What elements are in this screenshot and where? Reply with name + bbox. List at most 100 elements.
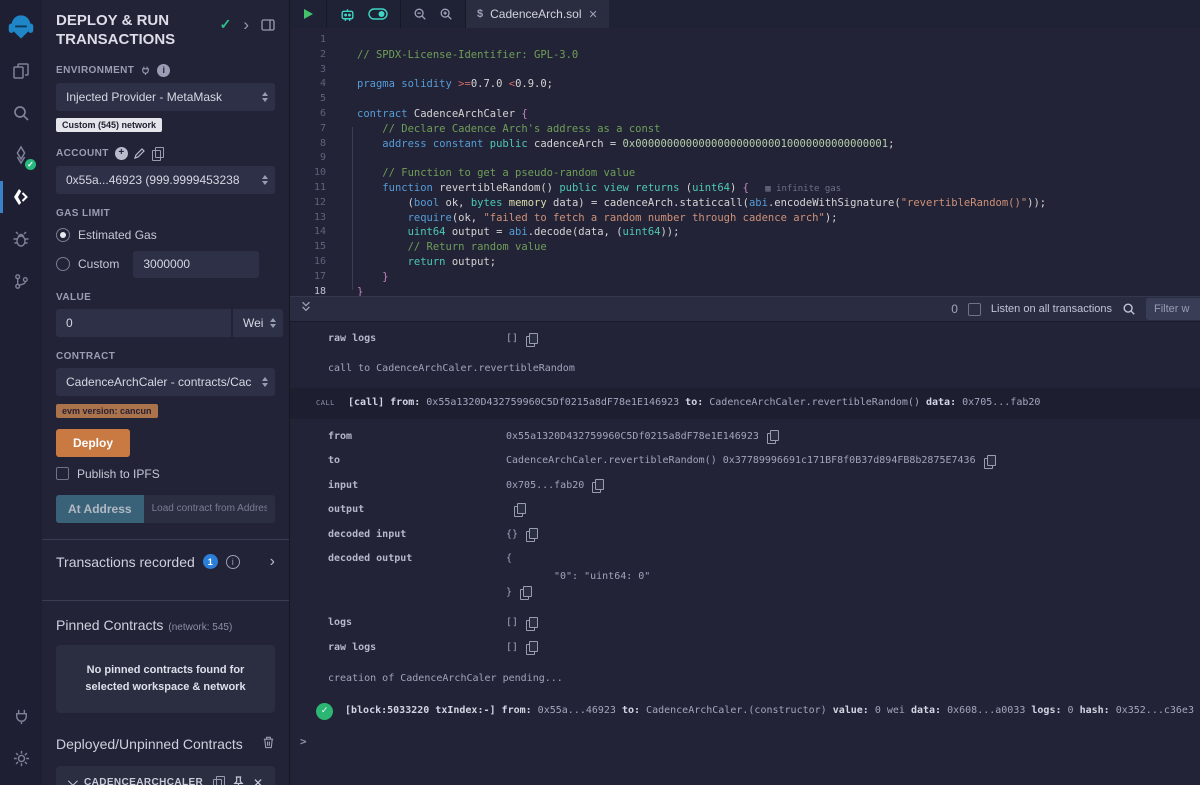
listen-all-checkbox[interactable] bbox=[968, 303, 981, 316]
pinned-empty-message: No pinned contracts found for selected w… bbox=[56, 645, 275, 713]
copy-icon[interactable] bbox=[526, 617, 537, 630]
account-select[interactable]: 0x55a...46923 (999.9999453238 bbox=[56, 166, 275, 194]
at-address-button[interactable]: At Address bbox=[56, 495, 144, 523]
publish-ipfs-checkbox[interactable] bbox=[56, 467, 69, 480]
code-line: 9 bbox=[290, 151, 1200, 166]
settings-gear-icon[interactable] bbox=[0, 737, 42, 779]
edit-account-icon[interactable] bbox=[134, 147, 146, 159]
zoom-in-icon[interactable] bbox=[439, 7, 453, 21]
transactions-recorded-row[interactable]: Transactions recorded 1 i › bbox=[56, 540, 275, 584]
terminal: 0 Listen on all transactions raw logs[]c… bbox=[290, 296, 1200, 785]
estimated-gas-radio[interactable] bbox=[56, 228, 70, 242]
copy-address-icon[interactable] bbox=[213, 776, 224, 785]
copilot-toggle-icon[interactable] bbox=[368, 8, 388, 20]
copy-icon[interactable] bbox=[520, 586, 531, 599]
close-tab-icon[interactable]: ✕ bbox=[589, 8, 598, 21]
success-check-icon: ✓ bbox=[316, 703, 333, 720]
copy-icon[interactable] bbox=[526, 528, 537, 541]
remix-logo-icon[interactable] bbox=[0, 4, 42, 50]
copy-icon[interactable] bbox=[984, 455, 995, 468]
icon-rail: ✓ bbox=[0, 0, 42, 785]
transactions-count-badge: 1 bbox=[203, 554, 218, 569]
terminal-detail-row: logs[] bbox=[290, 611, 1200, 636]
terminal-filter-input[interactable] bbox=[1146, 298, 1200, 320]
git-icon[interactable] bbox=[0, 260, 42, 302]
custom-gas-input[interactable] bbox=[133, 251, 259, 278]
custom-gas-option[interactable]: Custom bbox=[56, 251, 275, 278]
code-line: 18} bbox=[290, 285, 1200, 296]
listen-all-label: Listen on all transactions bbox=[991, 303, 1112, 315]
copy-icon[interactable] bbox=[526, 641, 537, 654]
deployed-contract-title: CADENCEARCHCALER AT 0X bbox=[84, 777, 204, 785]
deployed-contracts-title: Deployed/Unpinned Contracts bbox=[56, 736, 243, 752]
remix-ide-window: ✓ bbox=[0, 0, 1200, 785]
plug-icon[interactable] bbox=[140, 65, 151, 76]
code-lines: 12// SPDX-License-Identifier: GPL-3.034p… bbox=[290, 33, 1200, 296]
code-line: 11 function revertibleRandom() public vi… bbox=[290, 181, 1200, 196]
publish-ipfs-option[interactable]: Publish to IPFS bbox=[56, 467, 275, 481]
terminal-detail-row: from0x55a1320D432759960C5Df0215a8dF78e1E… bbox=[290, 425, 1200, 450]
terminal-prompt[interactable]: > bbox=[290, 734, 1200, 750]
solidity-compiler-icon[interactable]: ✓ bbox=[0, 134, 42, 176]
value-unit-select[interactable]: Wei bbox=[233, 309, 283, 337]
panel-forward-icon[interactable]: › bbox=[243, 20, 249, 30]
divider bbox=[42, 600, 289, 601]
estimated-gas-option[interactable]: Estimated Gas bbox=[56, 228, 275, 242]
remix-logo bbox=[7, 13, 35, 41]
code-line: 12 (bool ok, bytes memory data) = cadenc… bbox=[290, 196, 1200, 211]
terminal-detail-row: output bbox=[290, 498, 1200, 523]
terminal-rows[interactable]: raw logs[]call to CadenceArchCaler.rever… bbox=[290, 322, 1200, 785]
transactions-info-icon[interactable]: i bbox=[226, 555, 240, 569]
chevron-right-icon[interactable]: › bbox=[270, 553, 275, 571]
contract-select[interactable]: CadenceArchCaler - contracts/Cac bbox=[56, 368, 275, 396]
run-script-play-icon[interactable] bbox=[302, 8, 314, 20]
environment-label: ENVIRONMENT bbox=[56, 65, 134, 76]
environment-info-icon[interactable]: i bbox=[157, 64, 170, 77]
trash-icon[interactable] bbox=[262, 735, 275, 754]
remove-contract-icon[interactable]: ✕ bbox=[253, 776, 263, 785]
contract-value: CadenceArchCaler - contracts/Cac bbox=[66, 375, 255, 389]
chevron-updown-icon bbox=[262, 175, 268, 185]
plugin-manager-icon[interactable] bbox=[0, 695, 42, 737]
code-line: 13 require(ok, "failed to fetch a random… bbox=[290, 211, 1200, 226]
pinned-network-label: (network: 545) bbox=[168, 622, 232, 633]
pin-panel-icon[interactable] bbox=[261, 19, 275, 31]
code-editor[interactable]: 12// SPDX-License-Identifier: GPL-3.034p… bbox=[290, 28, 1200, 296]
pin-contract-icon[interactable] bbox=[233, 776, 244, 785]
ai-assistant-robot-icon[interactable] bbox=[339, 7, 356, 22]
compile-success-badge: ✓ bbox=[25, 159, 36, 170]
file-explorer-icon[interactable] bbox=[0, 50, 42, 92]
editor-tabbar: $ CadenceArch.sol ✕ bbox=[290, 0, 1200, 28]
account-value: 0x55a...46923 (999.9999453238 bbox=[66, 173, 255, 187]
deploy-and-run-icon[interactable] bbox=[0, 176, 42, 218]
terminal-call-row: call[call] from: 0x55a1320D432759960C5Df… bbox=[290, 388, 1200, 419]
code-line: 3 bbox=[290, 63, 1200, 78]
terminal-search-icon[interactable] bbox=[1122, 302, 1136, 316]
tab-cadencearch-sol[interactable]: $ CadenceArch.sol ✕ bbox=[466, 0, 609, 28]
estimated-gas-label: Estimated Gas bbox=[78, 228, 157, 242]
collapse-chevron-icon[interactable] bbox=[68, 776, 78, 785]
environment-select[interactable]: Injected Provider - MetaMask bbox=[56, 83, 275, 111]
code-line: 7 // Declare Cadence Arch's address as a… bbox=[290, 122, 1200, 137]
terminal-detail-row: toCadenceArchCaler.revertibleRandom() 0x… bbox=[290, 449, 1200, 474]
copy-icon[interactable] bbox=[767, 430, 778, 443]
zoom-out-icon[interactable] bbox=[413, 7, 427, 21]
solidity-file-icon: $ bbox=[477, 8, 483, 20]
search-icon[interactable] bbox=[0, 92, 42, 134]
custom-gas-radio[interactable] bbox=[56, 257, 70, 271]
add-account-icon[interactable]: + bbox=[115, 147, 128, 160]
copy-icon[interactable] bbox=[526, 333, 537, 346]
deploy-button[interactable]: Deploy bbox=[56, 429, 130, 457]
code-line: 16 return output; bbox=[290, 255, 1200, 270]
debugger-icon[interactable] bbox=[0, 218, 42, 260]
at-address-input[interactable] bbox=[144, 495, 275, 523]
code-line: 14 uint64 output = abi.decode(data, (uin… bbox=[290, 225, 1200, 240]
value-input[interactable] bbox=[56, 309, 231, 337]
gas-limit-label: GAS LIMIT bbox=[56, 208, 110, 219]
network-badge: Custom (545) network bbox=[56, 118, 162, 132]
copy-icon[interactable] bbox=[514, 503, 525, 516]
code-line: 15 // Return random value bbox=[290, 240, 1200, 255]
copy-icon[interactable] bbox=[592, 479, 603, 492]
collapse-terminal-icon[interactable] bbox=[300, 300, 312, 318]
copy-account-icon[interactable] bbox=[152, 147, 163, 160]
